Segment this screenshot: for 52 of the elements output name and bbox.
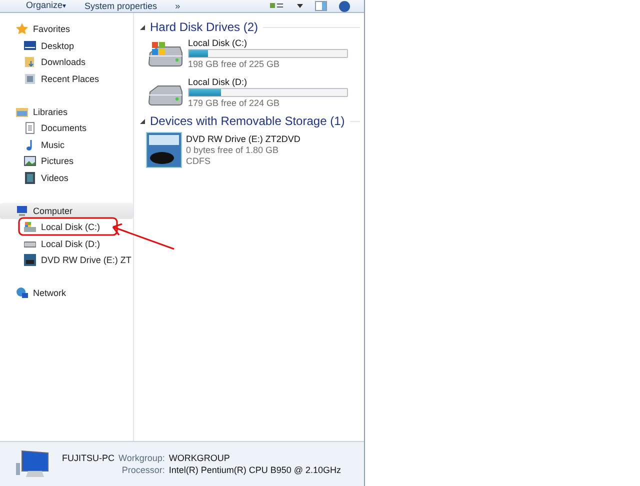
file-system-text: CDFS [186, 156, 212, 166]
free-space-text: 198 GB free of 225 GB [188, 59, 281, 69]
drive-name: DVD RW Drive (E:) ZT2DVD [186, 134, 302, 144]
view-icon[interactable] [269, 1, 285, 11]
nav-item[interactable]: Downloads [0, 54, 133, 70]
nav-item[interactable]: Libraries [0, 104, 133, 120]
free-space-text: 179 GB free of 224 GB [188, 98, 281, 108]
nav-item[interactable]: Desktop [0, 38, 133, 54]
library-icon [16, 106, 28, 118]
computer-name: FUJITSU-PC [62, 453, 114, 463]
star-icon [16, 23, 28, 36]
free-space-text: 0 bytes free of 1.80 GB [186, 145, 280, 155]
nav-item[interactable]: Network [0, 285, 133, 302]
disc-cover-icon [146, 132, 182, 168]
nav-item[interactable]: Local Disk (C:) [0, 219, 133, 236]
detail-label: Processor: [120, 465, 165, 475]
detail-value: WORKGROUP [168, 453, 231, 463]
picture-icon [24, 155, 36, 168]
nav-item[interactable]: Local Disk (D:) [0, 236, 133, 252]
document-icon [24, 122, 36, 134]
group-heading[interactable]: Devices with Removable Storage (1) [150, 114, 345, 128]
computer-icon [16, 204, 28, 217]
nav-item[interactable]: Recent Places [0, 70, 133, 87]
toolbar-button[interactable]: » [175, 0, 180, 12]
collapse-icon[interactable] [140, 118, 145, 124]
detail-value: Intel(R) Pentium(R) CPU B950 @ 2.10GHz [168, 465, 342, 475]
drive-name: Local Disk (D:) [188, 77, 248, 87]
group-heading[interactable]: Hard Disk Drives (2) [150, 20, 258, 34]
folder-icon [24, 56, 36, 68]
nav-item[interactable]: Documents [0, 120, 133, 136]
nav-item[interactable]: Computer [0, 202, 133, 219]
collapse-icon[interactable] [140, 24, 145, 30]
drive-item[interactable]: Local Disk (D:) 179 GB free of 224 GB [140, 74, 360, 112]
preview-pane-icon[interactable] [315, 1, 327, 11]
drive-name: Local Disk (C:) [188, 38, 248, 48]
network-icon [16, 287, 28, 300]
annotation-arrow [110, 223, 176, 251]
nav-item[interactable]: Pictures [0, 153, 133, 170]
desktop-icon [24, 40, 36, 52]
caret-icon[interactable] [297, 4, 303, 8]
nav-item[interactable]: Music [0, 136, 133, 153]
nav-item[interactable]: Videos [0, 170, 133, 186]
toolbar-button[interactable]: System properties [84, 0, 158, 12]
detail-label: Workgroup: [118, 453, 165, 463]
nav-item[interactable]: Favorites [0, 21, 133, 38]
drive-item[interactable]: DVD RW Drive (E:) ZT2DVD 0 bytes free of 1.80 GB CDFS [140, 129, 360, 172]
video-icon [24, 172, 36, 184]
computer-icon [14, 449, 50, 479]
sysdisk-icon [24, 221, 36, 234]
nav-item[interactable]: DVD RW Drive (E:) ZT [0, 252, 133, 268]
dvd-icon [24, 254, 36, 266]
drive-item[interactable]: Local Disk (C:) 198 GB free of 225 GB [140, 35, 360, 73]
